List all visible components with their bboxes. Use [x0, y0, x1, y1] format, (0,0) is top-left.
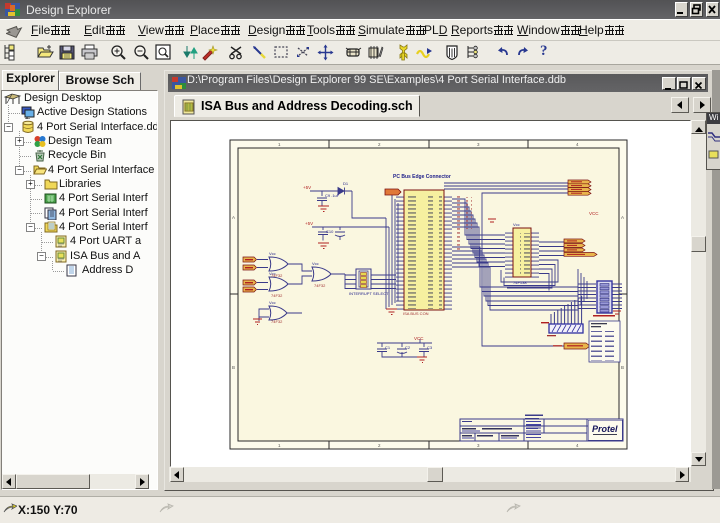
- svg-text:Protel: Protel: [592, 424, 618, 434]
- svg-text:+5V: +5V: [305, 221, 313, 226]
- svg-text:C10: C10: [326, 229, 334, 234]
- svg-text:A: A: [621, 215, 624, 220]
- svg-text:Vcc: Vcc: [269, 251, 276, 256]
- svg-text:C3: C3: [427, 345, 433, 350]
- svg-text:74F138: 74F138: [513, 280, 527, 285]
- svg-text:C1: C1: [385, 345, 391, 350]
- svg-text:A: A: [232, 215, 235, 220]
- svg-text:INTERRUPT SELECT: INTERRUPT SELECT: [349, 291, 389, 296]
- svg-text:74F32: 74F32: [271, 293, 283, 298]
- svg-text:Vcc: Vcc: [269, 300, 276, 305]
- svg-text:74F32: 74F32: [314, 283, 326, 288]
- svg-text:Vcc: Vcc: [513, 222, 520, 227]
- svg-text:Vcc: Vcc: [312, 261, 319, 266]
- svg-text:C9 .1uF: C9 .1uF: [325, 193, 340, 198]
- svg-text:C2: C2: [405, 345, 411, 350]
- svg-text:74F32: 74F32: [271, 273, 283, 278]
- svg-text:74F32: 74F32: [271, 319, 283, 324]
- svg-text:+5V: +5V: [303, 185, 311, 190]
- svg-text:B: B: [621, 365, 624, 370]
- svg-text:PC Bus Edge Connector: PC Bus Edge Connector: [393, 174, 451, 180]
- svg-text:ISA BUS CON: ISA BUS CON: [403, 311, 429, 316]
- svg-text:D1: D1: [343, 181, 349, 186]
- svg-text:VCC: VCC: [589, 211, 599, 216]
- svg-text:VCC: VCC: [414, 336, 424, 341]
- svg-text:B: B: [232, 365, 235, 370]
